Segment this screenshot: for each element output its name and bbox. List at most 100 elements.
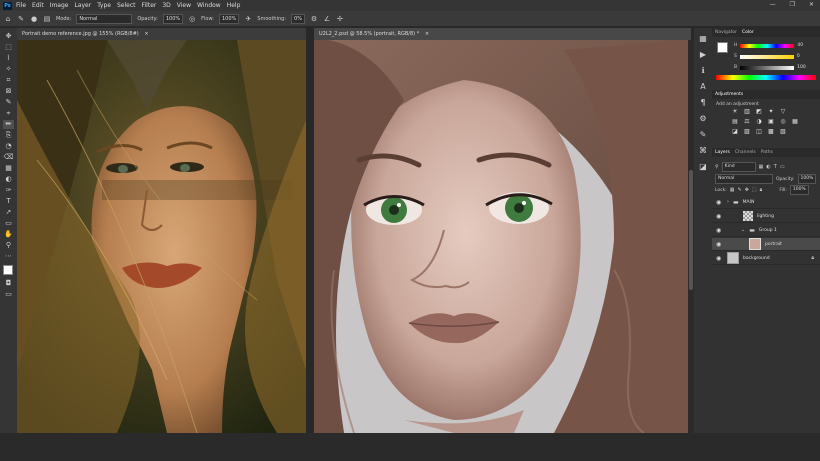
- hue-slider[interactable]: [740, 43, 795, 48]
- brush-tool-icon[interactable]: ✏: [3, 120, 14, 129]
- layer-row-lighting[interactable]: ◉ lighting: [712, 210, 820, 223]
- move-tool-icon[interactable]: ✥: [3, 32, 14, 41]
- color-spectrum-bar[interactable]: [716, 75, 816, 80]
- hue-saturation-icon[interactable]: ▤: [732, 119, 738, 125]
- tab-color[interactable]: Color: [742, 30, 754, 35]
- layer-row-background[interactable]: ◉ background 🔒︎: [712, 252, 820, 265]
- menu-view[interactable]: View: [177, 2, 191, 9]
- curves-icon[interactable]: ◩: [756, 109, 762, 115]
- brush-settings-icon[interactable]: ▤: [43, 15, 51, 23]
- menu-layer[interactable]: Layer: [74, 2, 91, 9]
- type-tool-icon[interactable]: T: [3, 197, 14, 206]
- tab-close-icon[interactable]: ×: [144, 31, 148, 37]
- filter-type-icon[interactable]: T: [774, 164, 777, 170]
- zoom-tool-icon[interactable]: ⚲: [3, 241, 14, 250]
- eraser-tool-icon[interactable]: ⌫: [3, 153, 14, 162]
- posterize-icon[interactable]: ▨: [744, 129, 750, 135]
- hue-value[interactable]: 40: [797, 43, 803, 48]
- lock-all-icon[interactable]: 🔒︎: [760, 187, 763, 193]
- lock-transparency-icon[interactable]: ▦: [730, 187, 735, 193]
- more-tools-icon[interactable]: ⋯: [3, 252, 14, 261]
- exposure-icon[interactable]: ✦: [768, 109, 774, 115]
- smoothing-field[interactable]: 0%: [291, 13, 305, 24]
- menu-filter[interactable]: Filter: [142, 2, 157, 9]
- brush-preset-icon[interactable]: ●: [30, 15, 38, 23]
- brightness-slider[interactable]: [740, 65, 795, 70]
- levels-icon[interactable]: ▥: [744, 109, 750, 115]
- restore-icon[interactable]: ❐: [790, 1, 795, 8]
- gradient-tool-icon[interactable]: ▦: [3, 164, 14, 173]
- filter-kind-select[interactable]: Kind: [721, 162, 756, 172]
- visibility-eye-icon[interactable]: ◉: [716, 199, 723, 206]
- history-brush-tool-icon[interactable]: ◔: [3, 142, 14, 151]
- brushes-icon[interactable]: ✎: [700, 130, 707, 139]
- visibility-eye-icon[interactable]: ◉: [716, 255, 723, 262]
- foreground-swatch[interactable]: [2, 265, 13, 275]
- tab-paths[interactable]: Paths: [761, 150, 773, 155]
- opacity-field[interactable]: 100%: [162, 13, 184, 24]
- smoothing-options-icon[interactable]: ⚙: [310, 15, 318, 23]
- layer-row-main[interactable]: ◉ › ▬ MAIN: [712, 196, 820, 209]
- pressure-opacity-icon[interactable]: ◎: [188, 15, 196, 23]
- airbrush-icon[interactable]: ✈: [244, 15, 252, 23]
- info-icon[interactable]: ℹ: [701, 66, 704, 75]
- menu-file[interactable]: File: [16, 2, 26, 9]
- menu-window[interactable]: Window: [197, 2, 221, 9]
- photo-filter-icon[interactable]: ▣: [768, 119, 774, 125]
- layer-row-group-1[interactable]: ◉ ⌄ ▬ Group 1: [712, 224, 820, 237]
- shortcuts-icon[interactable]: ⌘: [699, 146, 707, 155]
- clone-stamp-tool-icon[interactable]: ⎘: [3, 131, 14, 140]
- filter-adjustment-icon[interactable]: ◐: [766, 164, 770, 170]
- tab-painting-document[interactable]: U2L2_2.psd @ 58.5% (portrait, RGB/8) * ×: [314, 28, 691, 40]
- minimize-icon[interactable]: —: [770, 1, 776, 8]
- panel-foreground-swatch[interactable]: [717, 42, 728, 53]
- tab-layers[interactable]: Layers: [715, 150, 730, 155]
- scrollbar-thumb[interactable]: [689, 170, 693, 290]
- lock-pixels-icon[interactable]: ✎: [738, 187, 742, 193]
- eyedropper-tool-icon[interactable]: ✎: [3, 98, 14, 107]
- brush-tool-icon[interactable]: ✎: [17, 15, 25, 23]
- lock-artboard-icon[interactable]: ⬚: [752, 187, 757, 193]
- color-lookup-icon[interactable]: ▦: [792, 119, 798, 125]
- saturation-value[interactable]: 0: [797, 54, 800, 59]
- hand-tool-icon[interactable]: ✋: [3, 230, 14, 239]
- frame-tool-icon[interactable]: ⊠: [3, 87, 14, 96]
- color-balance-icon[interactable]: ⚖: [744, 119, 750, 125]
- lock-position-icon[interactable]: ✥: [745, 187, 749, 193]
- visibility-eye-icon[interactable]: ◉: [716, 227, 723, 234]
- fill-field[interactable]: 100%: [789, 185, 809, 195]
- selective-color-icon[interactable]: ▧: [780, 129, 786, 135]
- brightness-value[interactable]: 100: [797, 65, 806, 70]
- lasso-tool-icon[interactable]: ⌇: [3, 54, 14, 63]
- paragraph-icon[interactable]: ¶: [700, 98, 705, 107]
- threshold-icon[interactable]: ◫: [756, 129, 762, 135]
- crop-tool-icon[interactable]: ⌗: [3, 76, 14, 85]
- menu-edit[interactable]: Edit: [32, 2, 44, 9]
- properties-icon[interactable]: ⚙: [699, 114, 706, 123]
- mode-select[interactable]: Normal: [76, 13, 133, 24]
- reference-photo-canvas[interactable]: [17, 40, 306, 433]
- painting-canvas[interactable]: [314, 40, 688, 433]
- channel-mixer-icon[interactable]: ◎: [780, 119, 786, 125]
- screen-mode-icon[interactable]: ▭: [3, 290, 14, 299]
- photoshop-logo[interactable]: Ps: [3, 1, 12, 10]
- filter-pixel-icon[interactable]: ▦: [759, 164, 764, 170]
- vibrance-icon[interactable]: ▽: [780, 109, 786, 115]
- healing-tool-icon[interactable]: ⌖: [3, 109, 14, 118]
- angle-icon[interactable]: ∠: [323, 15, 331, 23]
- invert-icon[interactable]: ◪: [732, 129, 738, 135]
- tab-channels[interactable]: Channels: [735, 150, 756, 155]
- saturation-slider[interactable]: [739, 54, 794, 59]
- menu-3d[interactable]: 3D: [162, 2, 170, 9]
- path-select-tool-icon[interactable]: ➚: [3, 208, 14, 217]
- tab-reference-document[interactable]: Portrait demo reference.jpg @ 155% (RGB/…: [17, 28, 306, 40]
- gradient-map-icon[interactable]: ▩: [768, 129, 774, 135]
- symmetry-icon[interactable]: ✢: [336, 15, 344, 23]
- marquee-tool-icon[interactable]: ⬚: [3, 43, 14, 52]
- black-white-icon[interactable]: ◑: [756, 119, 762, 125]
- brightness-contrast-icon[interactable]: ☀: [732, 109, 738, 115]
- expand-chevron-icon[interactable]: ›: [727, 199, 729, 205]
- menu-image[interactable]: Image: [50, 2, 69, 9]
- quick-select-tool-icon[interactable]: ✧: [3, 65, 14, 74]
- menu-help[interactable]: Help: [227, 2, 241, 9]
